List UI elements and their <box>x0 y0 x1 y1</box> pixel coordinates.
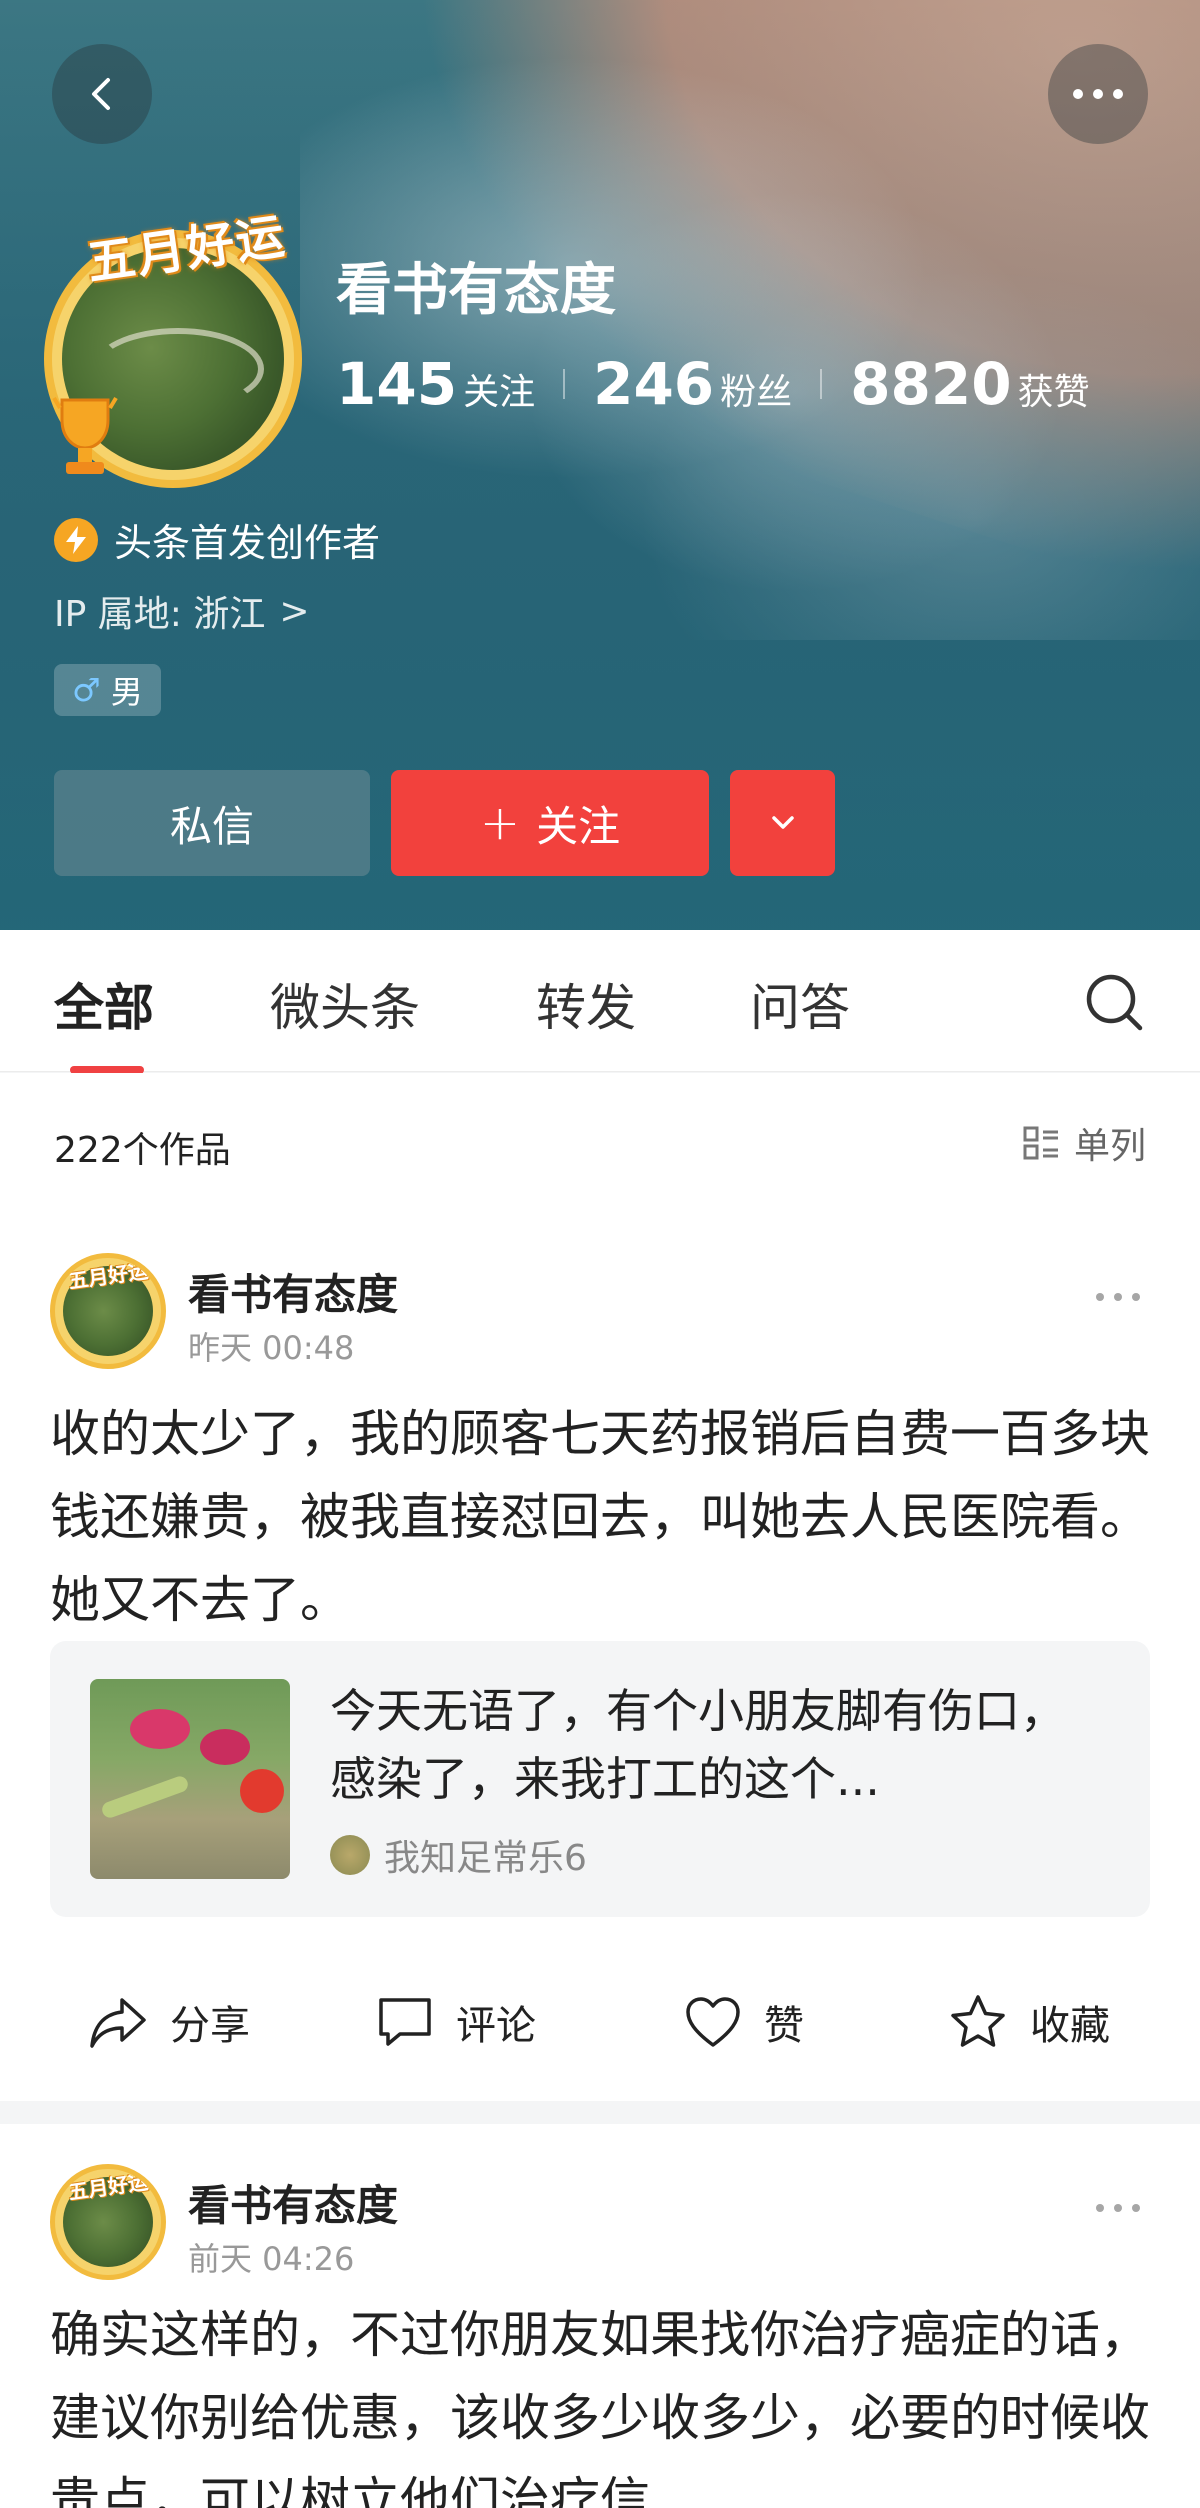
profile-avatar[interactable]: 五月好运 <box>36 200 316 488</box>
follow-dropdown-button[interactable] <box>730 770 835 876</box>
favorite-button[interactable]: 收藏 <box>948 1993 1110 2051</box>
quoted-post-text: 今天无语了，有个小朋友脚有伤口，感染了，来我打工的这个... <box>330 1684 1066 1806</box>
trophy-icon <box>52 396 118 474</box>
comment-button[interactable]: 评论 <box>376 1993 536 2051</box>
post-author-name[interactable]: 看书有态度 <box>188 2172 398 2233</box>
post-timestamp: 昨天 00:48 <box>188 1329 355 1367</box>
works-count: 222个作品 <box>54 1130 231 1171</box>
post-more-icon[interactable] <box>1096 2204 1140 2212</box>
stat-likes[interactable]: 8820 获赞 <box>850 350 1089 418</box>
feed-post[interactable]: 五月好运 看书有态度 昨天 00:48 收的太少了，我的顾客七天药报销后自费一百… <box>0 1213 1200 2101</box>
post-author-avatar[interactable]: 五月好运 <box>50 1253 166 1369</box>
gender-tag: ♂ 男 <box>54 664 161 716</box>
post-text[interactable]: 收的太少了，我的顾客七天药报销后自费一百多块钱还嫌贵，被我直接怼回去，叫她去人民… <box>50 1393 1160 1642</box>
stat-following[interactable]: 145 关注 <box>336 350 535 418</box>
follow-label: 关注 <box>536 801 621 851</box>
post-author-avatar[interactable]: 五月好运 <box>50 2164 166 2280</box>
like-button[interactable]: 赞 <box>684 1993 804 2051</box>
comment-icon <box>379 1998 431 2046</box>
back-arrow-icon <box>92 78 110 110</box>
follow-button[interactable]: + 关注 <box>391 770 709 876</box>
profile-stats: 145 关注 246 粉丝 8820 获赞 <box>336 350 1090 418</box>
comment-label: 评论 <box>456 2003 536 2049</box>
stat-label: 粉丝 <box>720 372 793 413</box>
post-text[interactable]: 确实这样的，不过你朋友如果找你治疗癌症的话，建议你别给优惠，该收多少收多少，必要… <box>50 2294 1160 2508</box>
creator-badge[interactable]: 头条首发创作者 <box>54 512 380 567</box>
chevron-right-icon: > <box>279 590 310 632</box>
message-button[interactable]: 私信 <box>54 770 370 876</box>
tab-reposts[interactable]: 转发 <box>536 968 636 1040</box>
favorite-label: 收藏 <box>1030 2003 1110 2049</box>
ip-location-text: IP 属地: 浙江 <box>54 594 266 635</box>
search-icon[interactable] <box>1080 968 1150 1038</box>
ip-location[interactable]: IP 属地: 浙江 > <box>54 585 310 637</box>
quoted-post-author[interactable]: 我知足常乐6 <box>330 1829 587 1881</box>
stat-followers[interactable]: 246 粉丝 <box>593 350 792 418</box>
creator-badge-text: 头条首发创作者 <box>114 521 381 565</box>
content-tabs: 全部 微头条 转发 问答 <box>0 930 1200 1072</box>
layout-label: 单列 <box>1073 1126 1146 1167</box>
stat-number: 145 <box>336 350 458 418</box>
share-icon <box>90 1998 146 2048</box>
like-label: 赞 <box>764 2003 804 2049</box>
heart-icon <box>686 1997 740 2047</box>
share-label: 分享 <box>170 2003 250 2049</box>
lightning-icon <box>54 517 98 562</box>
stat-number: 8820 <box>850 350 1012 418</box>
profile-header: 五月好运 看书有态度 145 关注 246 粉丝 8820 获赞 头条首发创作者 <box>0 0 1200 930</box>
gender-text: 男 <box>110 673 143 711</box>
post-more-icon[interactable] <box>1096 1293 1140 1301</box>
back-button[interactable] <box>52 44 152 144</box>
male-icon: ♂ <box>72 671 101 709</box>
tab-all[interactable]: 全部 <box>54 968 154 1040</box>
post-timestamp: 前天 04:26 <box>188 2240 355 2278</box>
tab-micro-posts[interactable]: 微头条 <box>270 968 420 1040</box>
divider <box>820 369 823 399</box>
list-header: 222个作品 单列 <box>0 1073 1200 1213</box>
chevron-down-icon <box>771 816 794 829</box>
more-button[interactable] <box>1048 44 1148 144</box>
star-icon <box>951 1995 1005 2047</box>
post-actions: 分享 评论 赞 收藏 <box>0 1963 1200 2083</box>
feed-post[interactable]: 五月好运 看书有态度 前天 04:26 确实这样的，不过你朋友如果找你治疗癌症的… <box>0 2124 1200 2508</box>
tab-qa[interactable]: 问答 <box>750 968 850 1040</box>
quoted-post-thumbnail <box>90 1679 290 1879</box>
stat-label: 关注 <box>463 372 536 413</box>
list-layout-icon <box>1023 1126 1058 1160</box>
divider <box>563 369 566 399</box>
stat-label: 获赞 <box>1017 372 1090 413</box>
plus-icon: + <box>479 795 521 851</box>
layout-toggle-button[interactable]: 单列 <box>1022 1117 1146 1169</box>
quoted-author-name: 我知足常乐6 <box>384 1838 587 1879</box>
profile-name: 看书有态度 <box>336 258 616 323</box>
more-dots-icon <box>1073 89 1123 99</box>
quoted-post-card[interactable]: 今天无语了，有个小朋友脚有伤口，感染了，来我打工的这个... 我知足常乐6 <box>50 1641 1150 1917</box>
stat-number: 246 <box>593 350 715 418</box>
quoted-author-avatar <box>330 1835 370 1875</box>
share-button[interactable]: 分享 <box>88 1993 250 2051</box>
post-author-name[interactable]: 看书有态度 <box>188 1261 398 1322</box>
